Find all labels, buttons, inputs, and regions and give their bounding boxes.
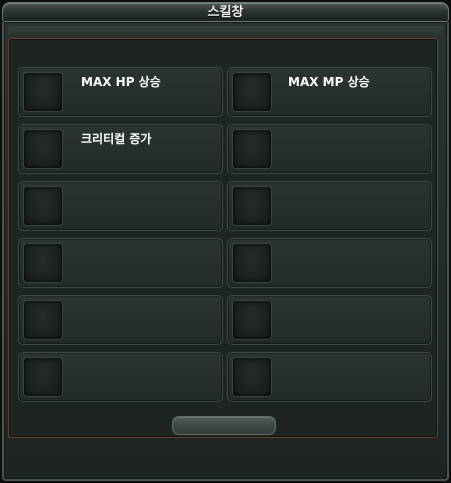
scroll-handle[interactable] — [172, 416, 276, 435]
top-strip — [8, 26, 443, 36]
skill-icon-slot[interactable] — [232, 243, 272, 283]
skill-window: 스킬창 MAX HP 상승 MAX MP 상승 크리티컬 증가 — [0, 0, 451, 483]
skill-slot[interactable] — [18, 295, 223, 345]
skill-slot[interactable] — [18, 352, 223, 402]
skill-icon-slot[interactable] — [23, 129, 63, 169]
skill-icon-slot[interactable] — [232, 357, 272, 397]
skill-slot[interactable] — [227, 238, 432, 288]
skill-icon-slot[interactable] — [232, 72, 272, 112]
skill-icon-slot[interactable] — [23, 186, 63, 226]
skill-slot[interactable] — [18, 181, 223, 231]
skill-slot[interactable] — [227, 352, 432, 402]
skill-icon-slot[interactable] — [232, 300, 272, 340]
skill-slot[interactable] — [227, 181, 432, 231]
skill-slot-max-mp[interactable]: MAX MP 상승 — [227, 67, 432, 117]
skill-name: 크리티컬 증가 — [81, 132, 152, 146]
skill-icon-slot[interactable] — [232, 186, 272, 226]
skill-icon-slot[interactable] — [23, 72, 63, 112]
skill-icon-slot[interactable] — [232, 129, 272, 169]
skill-slot-max-hp[interactable]: MAX HP 상승 — [18, 67, 223, 117]
skill-icon-slot[interactable] — [23, 300, 63, 340]
window-title: 스킬창 — [207, 5, 244, 20]
skill-icon-slot[interactable] — [23, 357, 63, 397]
skill-slot[interactable] — [18, 238, 223, 288]
skill-slot[interactable] — [227, 124, 432, 174]
skill-icon-slot[interactable] — [23, 243, 63, 283]
skill-slot-critical[interactable]: 크리티컬 증가 — [18, 124, 223, 174]
skill-list-panel: MAX HP 상승 MAX MP 상승 크리티컬 증가 — [8, 38, 438, 438]
skill-name: MAX HP 상승 — [81, 75, 161, 89]
skill-name: MAX MP 상승 — [288, 75, 370, 89]
title-bar[interactable]: 스킬창 — [2, 2, 449, 22]
skill-slot[interactable] — [227, 295, 432, 345]
